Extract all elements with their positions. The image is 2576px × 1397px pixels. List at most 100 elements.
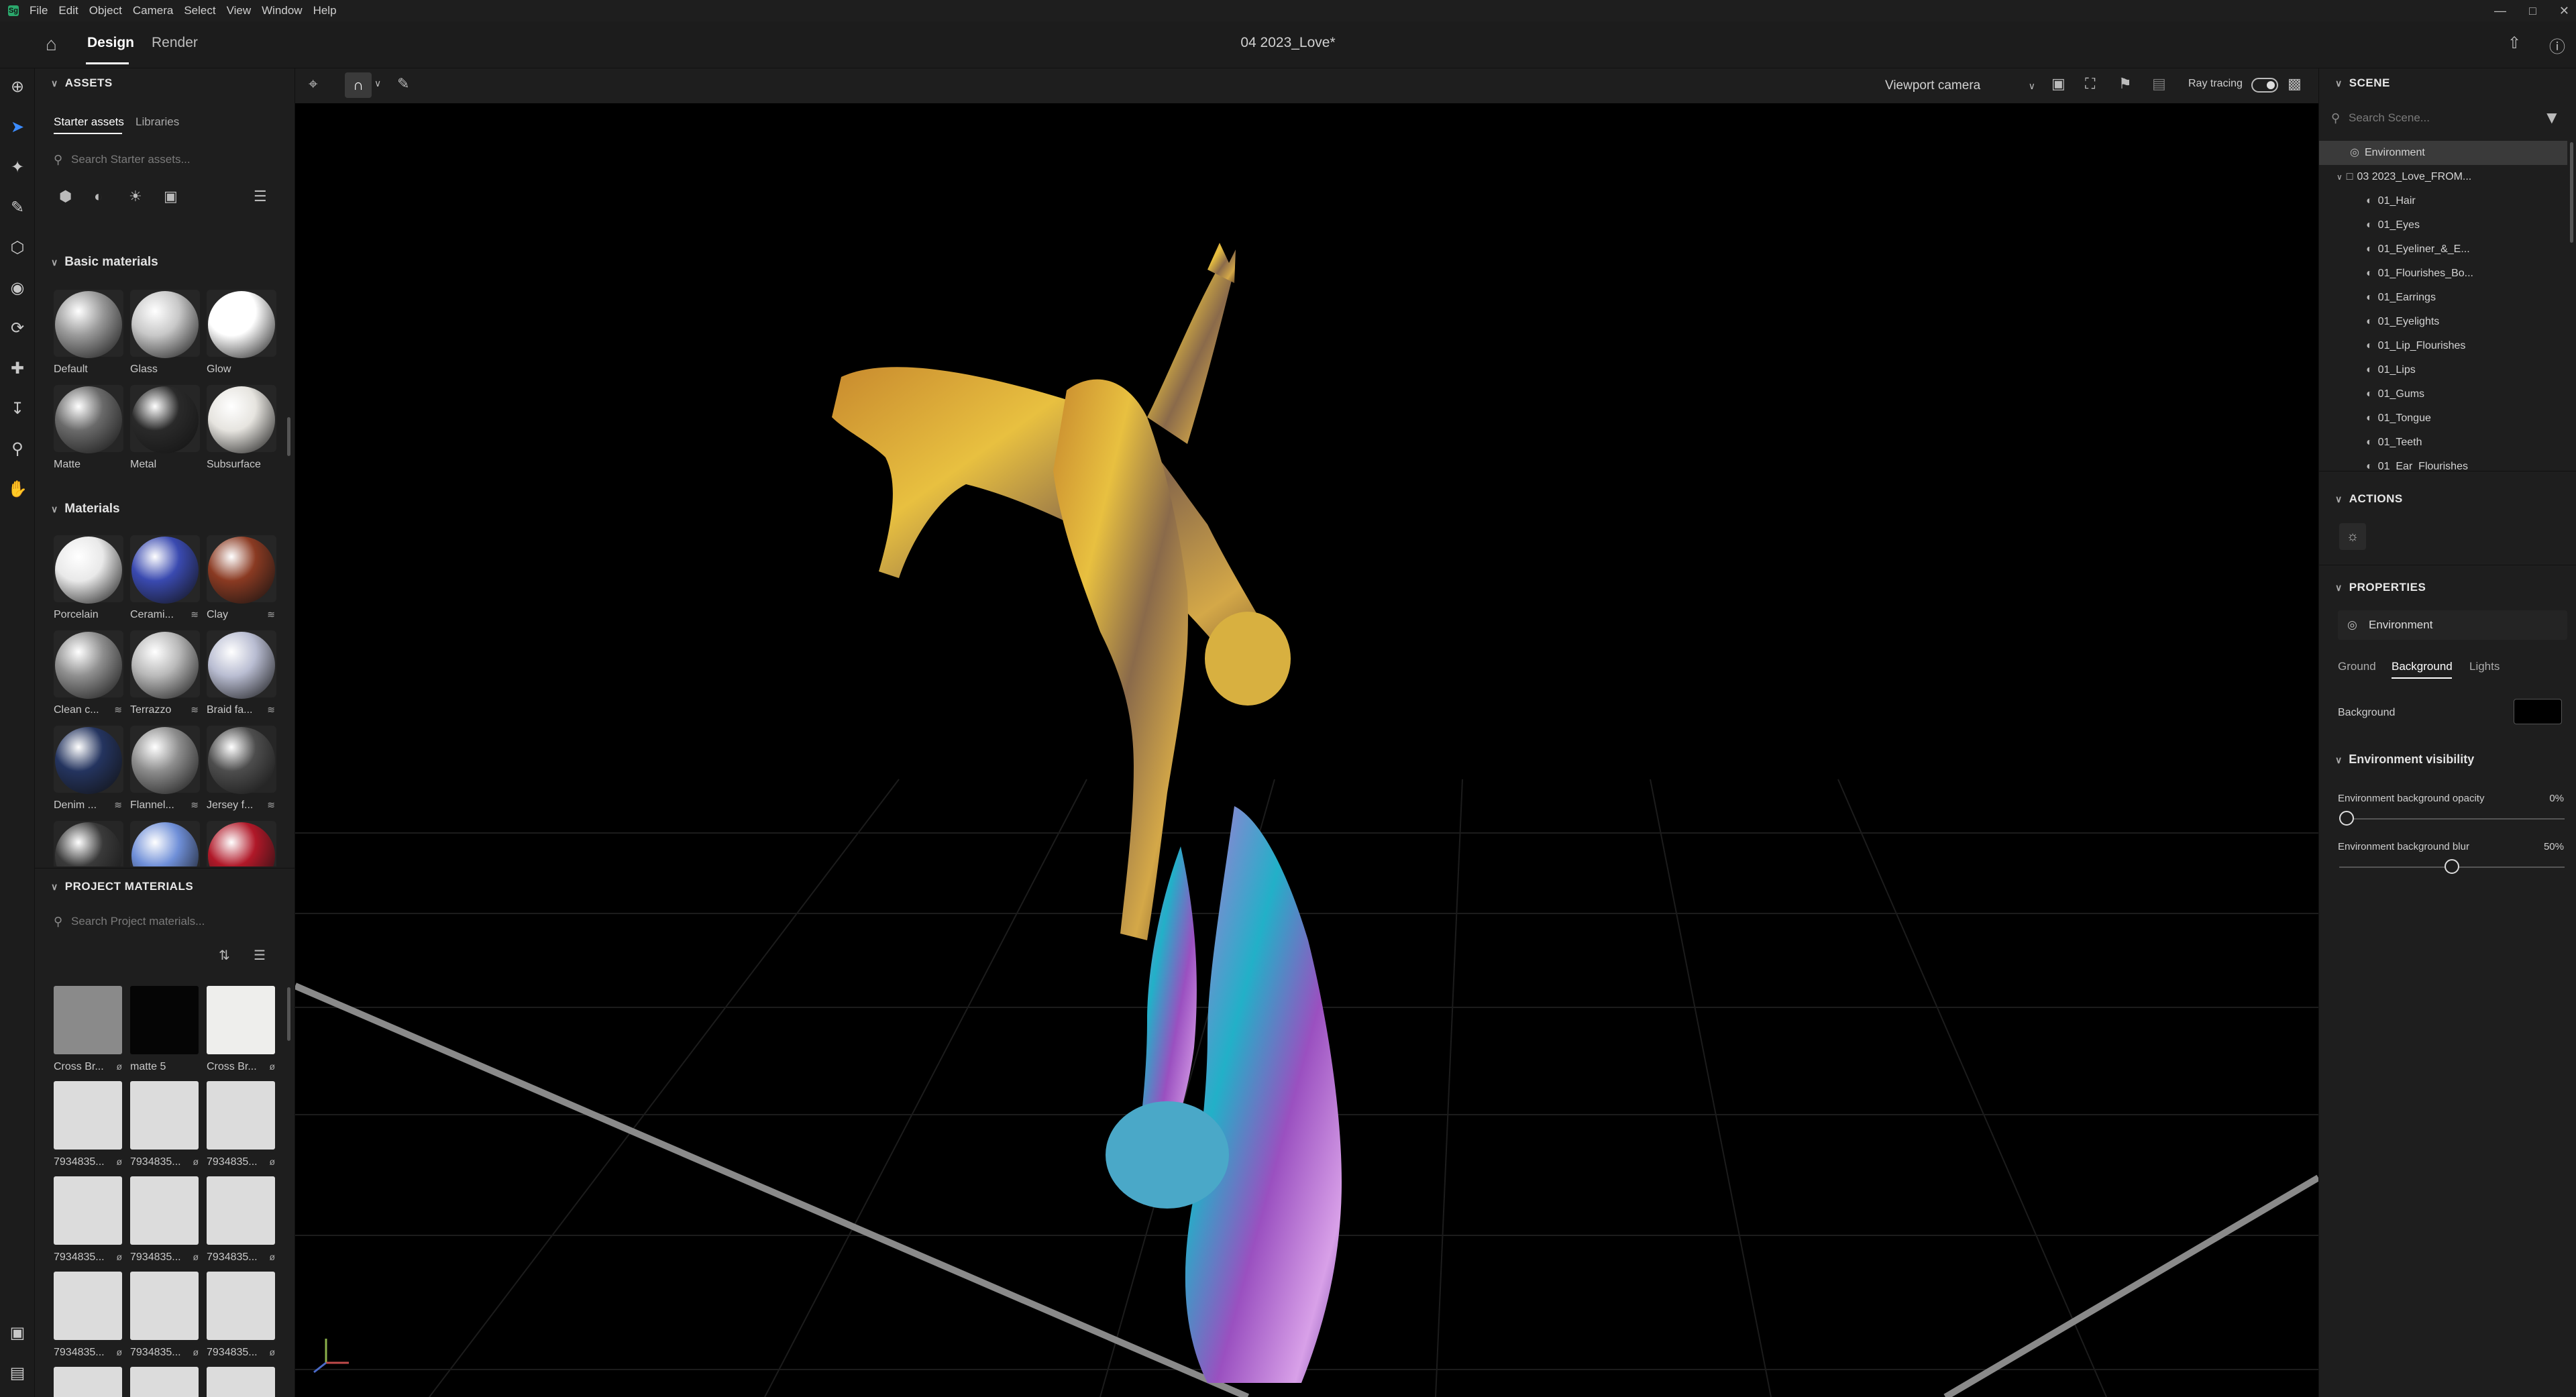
tree-item[interactable]: ◐ 01_Ear_Flourishes bbox=[2319, 455, 2567, 479]
frame-icon[interactable]: ⛶ bbox=[2085, 75, 2095, 93]
project-material[interactable]: Cross Br... ø bbox=[207, 986, 276, 1072]
move-icon[interactable]: ✚ bbox=[7, 358, 28, 380]
material-swatch[interactable]: Denim ... ≋ bbox=[54, 726, 123, 811]
minimize-icon[interactable]: — bbox=[2494, 4, 2506, 18]
edit-tool-icon[interactable]: ✎ bbox=[397, 75, 409, 93]
menu-view[interactable]: View bbox=[227, 4, 252, 17]
project-material[interactable]: 7934835... ø bbox=[207, 1176, 276, 1263]
opacity-slider-track[interactable] bbox=[2339, 818, 2565, 820]
transform-icon[interactable]: ⌖ bbox=[309, 75, 318, 94]
maximize-icon[interactable]: □ bbox=[2529, 4, 2536, 18]
archive-icon[interactable]: ▣ bbox=[7, 1323, 28, 1344]
magic-wand-icon[interactable]: ✦ bbox=[7, 157, 28, 178]
material-swatch[interactable]: Terrazzo ≋ bbox=[130, 630, 200, 716]
drop-icon[interactable]: ↧ bbox=[7, 398, 28, 420]
scene-search-input[interactable]: ⚲ Search Scene... bbox=[2326, 105, 2527, 131]
camera-disabled-icon[interactable]: ▤ bbox=[2152, 75, 2166, 93]
menu-file[interactable]: File bbox=[30, 4, 48, 17]
scene-scrollbar[interactable] bbox=[2570, 142, 2573, 243]
material-swatch[interactable]: Glow bbox=[207, 290, 276, 375]
toolbox-icon[interactable]: ▤ bbox=[7, 1363, 28, 1384]
tab-background[interactable]: Background bbox=[2392, 660, 2453, 673]
menu-select[interactable]: Select bbox=[184, 4, 215, 17]
project-material[interactable]: 7934835... ø bbox=[130, 1176, 200, 1263]
material-swatch[interactable]: Metal bbox=[130, 385, 200, 470]
select-tool-icon[interactable]: ➤ bbox=[7, 117, 28, 138]
material-swatch[interactable]: Matte bbox=[54, 385, 123, 470]
background-color-swatch[interactable] bbox=[2514, 699, 2562, 724]
ray-tracing-toggle[interactable] bbox=[2251, 78, 2278, 93]
project-material[interactable]: 7934835... ø bbox=[54, 1176, 123, 1263]
eye-tool-icon[interactable]: ◉ bbox=[7, 278, 28, 299]
project-material[interactable]: Cross Br... ø bbox=[54, 986, 123, 1072]
material-swatch[interactable]: Cerami... ≋ bbox=[130, 535, 200, 620]
menu-help[interactable]: Help bbox=[313, 4, 337, 17]
model-filter-icon[interactable]: ⬢ bbox=[59, 188, 72, 205]
tree-item[interactable]: ◐ 01_Teeth bbox=[2319, 431, 2567, 455]
add-icon[interactable]: ⊕ bbox=[7, 76, 28, 98]
list-view-icon[interactable]: ☰ bbox=[254, 188, 267, 205]
material-swatch[interactable]: Clean c... ≋ bbox=[54, 630, 123, 716]
material-swatch[interactable]: Subsurface bbox=[207, 385, 276, 470]
material-swatch[interactable]: Jersey f... ≋ bbox=[207, 726, 276, 811]
project-material[interactable]: 7934835... ø bbox=[54, 1081, 123, 1168]
snap-magnet-icon[interactable]: ∩ bbox=[345, 72, 372, 98]
camera-selector[interactable]: Viewport camera ∨ bbox=[1885, 74, 2041, 98]
filter-icon[interactable]: ▼ bbox=[2543, 107, 2561, 128]
project-materials-search-input[interactable]: ⚲ Search Project materials... bbox=[48, 908, 283, 935]
tree-item[interactable]: ◐ 01_Eyeliner_&_E... bbox=[2319, 237, 2567, 262]
material-thumbnail[interactable] bbox=[130, 1367, 199, 1397]
starter-assets-search-input[interactable]: ⚲ Search Starter assets... bbox=[48, 146, 283, 173]
action-icon[interactable]: ☼ bbox=[2339, 523, 2366, 550]
menu-camera[interactable]: Camera bbox=[133, 4, 173, 17]
material-thumbnail[interactable] bbox=[207, 1367, 275, 1397]
material-swatch[interactable] bbox=[54, 821, 123, 867]
tree-item-environment[interactable]: ◎ Environment bbox=[2319, 141, 2567, 165]
material-swatch[interactable]: Porcelain bbox=[54, 535, 123, 620]
tree-item[interactable]: ◐ 01_Eyelights bbox=[2319, 310, 2567, 334]
project-material[interactable]: 7934835... ø bbox=[130, 1272, 200, 1358]
share-icon[interactable]: ⇧ bbox=[2508, 34, 2521, 53]
tab-libraries[interactable]: Libraries bbox=[136, 115, 179, 129]
tab-lights[interactable]: Lights bbox=[2469, 660, 2500, 673]
tree-item[interactable]: ◐ 01_Flourishes_Bo... bbox=[2319, 262, 2567, 286]
material-swatch[interactable]: Glass bbox=[130, 290, 200, 375]
material-thumbnail[interactable] bbox=[54, 1367, 122, 1397]
material-swatch[interactable]: Clay ≋ bbox=[207, 535, 276, 620]
help-icon[interactable]: ⓘ bbox=[2549, 34, 2565, 57]
light-filter-icon[interactable]: ☀ bbox=[129, 188, 142, 205]
project-material[interactable]: 7934835... ø bbox=[207, 1081, 276, 1168]
env-visibility-header[interactable]: ∨ Environment visibility bbox=[2335, 752, 2474, 767]
project-material[interactable]: matte 5 bbox=[130, 986, 200, 1072]
cube-icon[interactable]: ⬡ bbox=[7, 237, 28, 259]
tree-item[interactable]: ◐ 01_Earrings bbox=[2319, 286, 2567, 310]
image-filter-icon[interactable]: ▣ bbox=[164, 188, 178, 205]
project-material[interactable]: 7934835... ø bbox=[54, 1272, 123, 1358]
camera-icon[interactable]: ▣ bbox=[2051, 75, 2065, 93]
orbit-icon[interactable]: ⟳ bbox=[7, 318, 28, 339]
hand-icon[interactable]: ✋ bbox=[7, 479, 28, 500]
scene-header[interactable]: ∨ SCENE bbox=[2335, 76, 2390, 90]
close-icon[interactable]: ✕ bbox=[2559, 4, 2569, 18]
tree-item-group[interactable]: ∨ □ 03 2023_Love_FROM... bbox=[2319, 165, 2567, 189]
tree-item[interactable]: ◐ 01_Lips bbox=[2319, 358, 2567, 382]
list-view-icon[interactable]: ☰ bbox=[254, 947, 266, 964]
menu-object[interactable]: Object bbox=[89, 4, 122, 17]
project-material[interactable]: 7934835... ø bbox=[130, 1081, 200, 1168]
material-filter-icon[interactable]: ◐ bbox=[94, 188, 103, 205]
assets-scrollbar[interactable] bbox=[287, 417, 290, 456]
render-settings-icon[interactable]: ▩ bbox=[2288, 75, 2302, 93]
material-swatch[interactable]: Braid fa... ≋ bbox=[207, 630, 276, 716]
project-materials-header[interactable]: ∨ PROJECT MATERIALS bbox=[51, 880, 193, 893]
project-scrollbar[interactable] bbox=[287, 987, 290, 1041]
tree-item[interactable]: ◐ 01_Tongue bbox=[2319, 406, 2567, 431]
chevron-down-icon[interactable]: ∨ bbox=[374, 78, 381, 89]
sort-icon[interactable]: ⇅ bbox=[219, 947, 230, 964]
menu-edit[interactable]: Edit bbox=[58, 4, 78, 17]
tree-item[interactable]: ◐ 01_Gums bbox=[2319, 382, 2567, 406]
menu-window[interactable]: Window bbox=[262, 4, 302, 17]
tab-starter-assets[interactable]: Starter assets bbox=[54, 115, 124, 129]
tree-item[interactable]: ◐ 01_Hair bbox=[2319, 189, 2567, 213]
tree-item[interactable]: ◐ 01_Eyes bbox=[2319, 213, 2567, 237]
blur-slider-knob[interactable] bbox=[2445, 859, 2459, 874]
